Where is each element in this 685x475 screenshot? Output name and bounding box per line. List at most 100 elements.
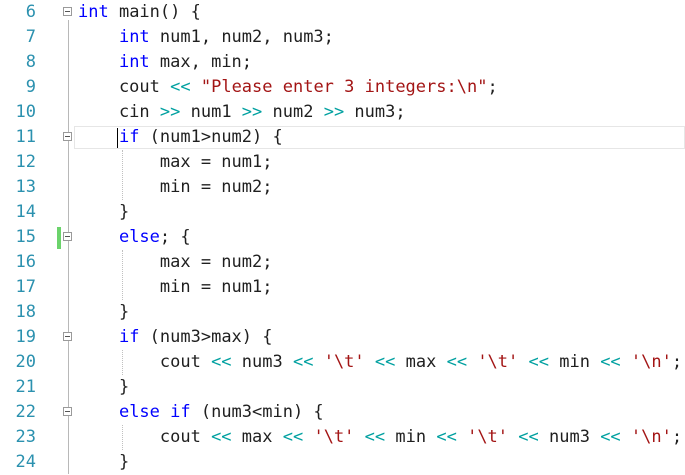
- code-line[interactable]: 8 int max, min;: [0, 50, 685, 75]
- keyword-token: if: [118, 127, 140, 147]
- keyword-token: else: [118, 227, 160, 247]
- operator-token: <<: [436, 427, 457, 447]
- code-token: }: [78, 302, 130, 322]
- code-token: min = num2;: [78, 177, 273, 197]
- operator-token: <<: [364, 427, 386, 447]
- code-line[interactable]: 21 }: [0, 375, 685, 400]
- line-number: 8: [25, 52, 36, 72]
- line-number: 22: [15, 402, 36, 422]
- code-line[interactable]: 16 max = num2;: [0, 250, 685, 275]
- code-line[interactable]: 13 min = num2;: [0, 175, 685, 200]
- code-token: max = num1;: [78, 152, 273, 172]
- collapse-toggle-icon[interactable]: [63, 332, 72, 341]
- code-text[interactable]: int max, min;: [78, 50, 252, 75]
- operator-token: <<: [518, 427, 539, 447]
- code-text[interactable]: cout << max << '\t' << min << '\t' << nu…: [78, 425, 682, 450]
- keyword-token: else if: [118, 402, 191, 422]
- code-text[interactable]: cout << num3 << '\t' << max << '\t' << m…: [78, 350, 682, 375]
- operator-token: >>: [323, 102, 345, 122]
- code-token: min: [385, 427, 437, 447]
- code-text[interactable]: cin >> num1 >> num2 >> num3;: [78, 100, 406, 125]
- code-text[interactable]: int num1, num2, num3;: [78, 25, 334, 50]
- line-number: 24: [15, 452, 36, 472]
- code-token: main() {: [108, 2, 201, 22]
- code-text[interactable]: if (num1>num2) {: [78, 125, 283, 150]
- code-token: }: [78, 202, 130, 222]
- code-text[interactable]: else if (num3<min) {: [78, 400, 324, 425]
- code-line[interactable]: 19 if (num3>max) {: [0, 325, 685, 350]
- line-number: 15: [15, 227, 36, 247]
- code-line[interactable]: 22 else if (num3<min) {: [0, 400, 685, 425]
- line-number: 21: [15, 377, 36, 397]
- code-line[interactable]: 20 cout << num3 << '\t' << max << '\t' <…: [0, 350, 685, 375]
- line-number: 20: [15, 352, 36, 372]
- operator-token: <<: [211, 352, 232, 372]
- operator-token: >>: [159, 102, 181, 122]
- code-text[interactable]: min = num1;: [78, 275, 273, 300]
- code-text[interactable]: }: [78, 375, 129, 400]
- code-text[interactable]: }: [78, 450, 129, 475]
- operator-token: <<: [211, 427, 232, 447]
- code-line[interactable]: 12 max = num1;: [0, 150, 685, 175]
- keyword-token: int: [118, 27, 150, 47]
- code-line[interactable]: 6 int main() {: [0, 0, 685, 25]
- line-number: 23: [15, 427, 36, 447]
- code-text[interactable]: int main() {: [78, 0, 201, 25]
- code-editor[interactable]: 6 int main() {7 int num1, num2, num3; 8 in…: [0, 0, 685, 474]
- collapse-toggle-icon[interactable]: [63, 407, 72, 416]
- code-text[interactable]: max = num1;: [78, 150, 273, 175]
- line-number: 12: [15, 152, 36, 172]
- code-line[interactable]: 18 }: [0, 300, 685, 325]
- code-token: cout: [78, 427, 212, 447]
- code-line[interactable]: 15 else; {: [0, 225, 685, 250]
- string-token: '\t': [313, 427, 355, 447]
- string-token: '\t': [467, 427, 509, 447]
- code-text[interactable]: max = num2;: [78, 250, 273, 275]
- operator-token: <<: [292, 352, 314, 372]
- code-text[interactable]: }: [78, 300, 129, 325]
- string-token: "Please enter 3 integers:\n": [200, 77, 488, 97]
- code-token: }: [78, 377, 130, 397]
- collapse-toggle-icon[interactable]: [63, 7, 72, 16]
- code-line[interactable]: 11 if (num1>num2) {: [0, 125, 685, 150]
- string-token: '\n': [630, 352, 672, 372]
- code-text[interactable]: if (num3>max) {: [78, 325, 273, 350]
- keyword-token: int: [118, 52, 150, 72]
- code-token: (num1>num2) {: [139, 127, 283, 147]
- code-token: num3: [231, 352, 293, 372]
- code-token: ;: [671, 352, 683, 372]
- code-text[interactable]: cout << "Please enter 3 integers:\n";: [78, 75, 498, 100]
- code-token: }: [78, 452, 130, 472]
- code-token: num3: [538, 427, 601, 447]
- code-line[interactable]: 7 int num1, num2, num3;: [0, 25, 685, 50]
- code-line[interactable]: 14 }: [0, 200, 685, 225]
- code-line[interactable]: 23 cout << max << '\t' << min << '\t' <<…: [0, 425, 685, 450]
- code-text[interactable]: min = num2;: [78, 175, 273, 200]
- code-token: cin: [78, 102, 160, 122]
- code-text[interactable]: else; {: [78, 225, 191, 250]
- line-number: 11: [15, 127, 36, 147]
- code-line[interactable]: 10 cin >> num1 >> num2 >> num3;: [0, 100, 685, 125]
- collapse-toggle-icon[interactable]: [63, 232, 72, 241]
- code-token: cout: [78, 77, 171, 97]
- code-text[interactable]: }: [78, 200, 129, 225]
- code-line[interactable]: 9 cout << "Please enter 3 integers:\n";: [0, 75, 685, 100]
- code-line[interactable]: 24 }: [0, 450, 685, 475]
- code-token: cout: [78, 352, 212, 372]
- collapse-toggle-icon[interactable]: [63, 132, 72, 141]
- code-line[interactable]: 17 min = num1;: [0, 275, 685, 300]
- operator-token: <<: [282, 427, 304, 447]
- line-number: 9: [25, 77, 36, 97]
- operator-token: <<: [528, 352, 549, 372]
- operator-token: <<: [446, 352, 468, 372]
- code-token: ;: [671, 427, 683, 447]
- line-number: 7: [25, 27, 36, 47]
